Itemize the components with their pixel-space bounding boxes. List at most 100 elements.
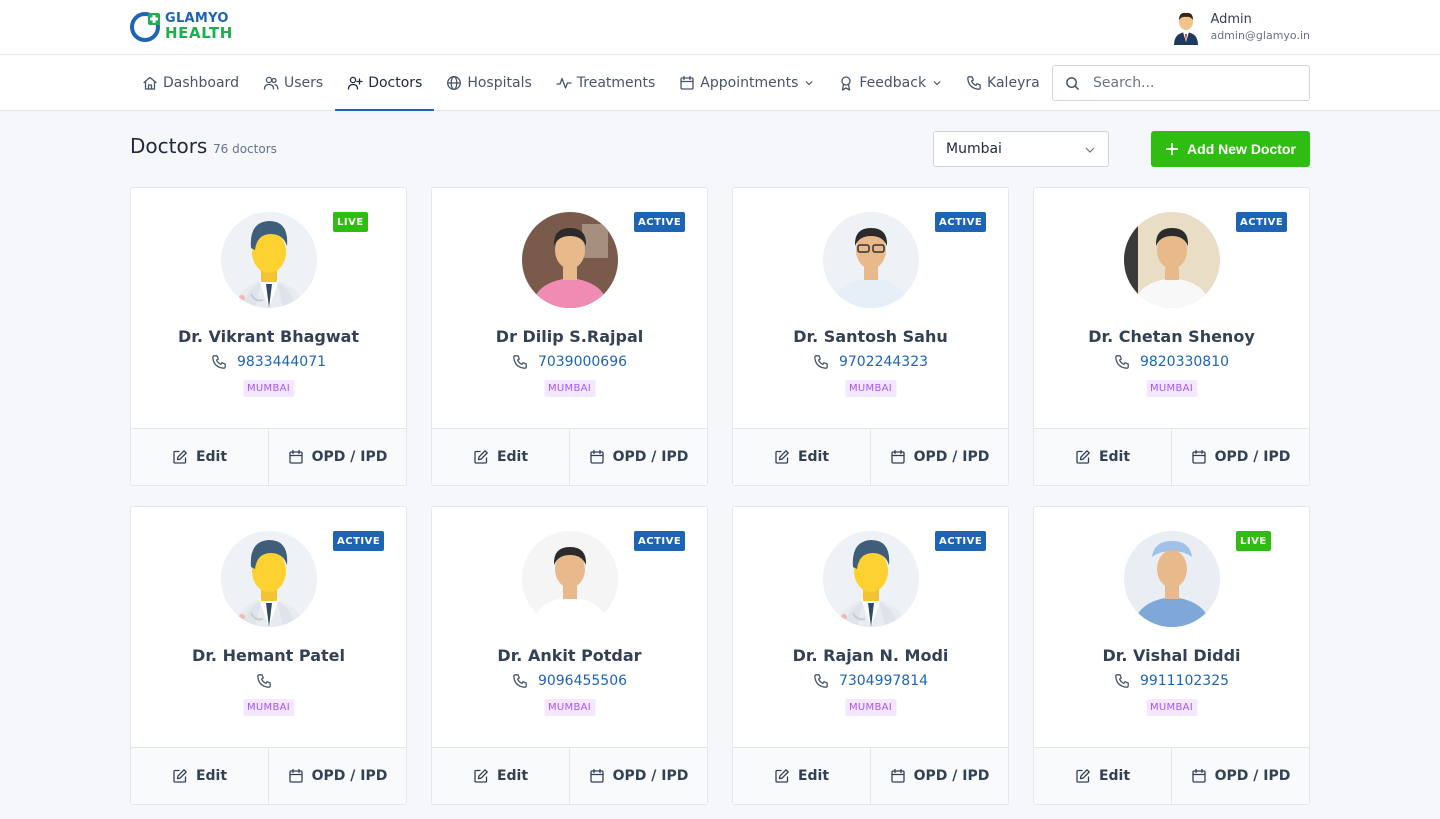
doctor-placeholder-avatar-icon	[221, 531, 317, 627]
nav-item-treatments[interactable]: Treatments	[544, 55, 668, 111]
doctor-phone: 9833444071	[131, 354, 406, 370]
city-tag: MUMBAI	[543, 699, 596, 716]
opd-ipd-label: OPD / IPD	[311, 449, 388, 465]
nav-item-label: Feedback	[859, 75, 927, 91]
edit-button[interactable]: Edit	[1034, 748, 1172, 804]
opd-ipd-button[interactable]: OPD / IPD	[269, 429, 406, 485]
doctor-avatar[interactable]	[522, 212, 618, 308]
brand-name: GLAMYO HEALTH	[165, 12, 233, 42]
search-icon	[1066, 77, 1080, 91]
phone-number-link[interactable]: 9820330810	[1140, 354, 1229, 370]
card-actions: Edit OPD / IPD	[432, 747, 707, 804]
city-filter-select[interactable]: Mumbai	[933, 131, 1109, 167]
doctor-photo-icon	[823, 212, 919, 308]
edit-icon	[173, 769, 187, 783]
award-icon	[841, 76, 852, 91]
opd-ipd-button[interactable]: OPD / IPD	[871, 429, 1008, 485]
brand-line2: HEALTH	[165, 24, 233, 42]
doctor-name[interactable]: Dr. Chetan Shenoy	[1034, 327, 1309, 346]
edit-button[interactable]: Edit	[1034, 429, 1172, 485]
doctor-name[interactable]: Dr. Vikrant Bhagwat	[131, 327, 406, 346]
doctor-card: ACTIVE Dr. Rajan N. Modi 7304997814 MUMB…	[732, 506, 1009, 805]
opd-ipd-label: OPD / IPD	[1214, 449, 1291, 465]
doctor-name[interactable]: Dr. Rajan N. Modi	[733, 646, 1008, 665]
edit-button[interactable]: Edit	[432, 429, 570, 485]
phone-number-link[interactable]: 9833444071	[237, 354, 326, 370]
edit-icon	[474, 450, 488, 464]
phone-number-link[interactable]: 9911102325	[1140, 673, 1229, 689]
card-actions: Edit OPD / IPD	[432, 428, 707, 485]
phone-number-link[interactable]: 7039000696	[538, 354, 627, 370]
opd-ipd-label: OPD / IPD	[612, 449, 689, 465]
city-tag: MUMBAI	[242, 699, 295, 716]
phone-number-link[interactable]: 7304997814	[839, 673, 928, 689]
edit-button[interactable]: Edit	[131, 748, 269, 804]
edit-button[interactable]: Edit	[131, 429, 269, 485]
doctor-card: LIVE Dr. Vikrant Bhagwat 9833444071 MUMB…	[130, 187, 407, 486]
doctor-avatar[interactable]	[221, 212, 317, 308]
status-badge: LIVE	[1236, 531, 1271, 551]
edit-button[interactable]: Edit	[432, 748, 570, 804]
edit-button[interactable]: Edit	[733, 429, 871, 485]
nav-item-label: Appointments	[700, 75, 799, 91]
opd-ipd-label: OPD / IPD	[311, 768, 388, 784]
opd-ipd-button[interactable]: OPD / IPD	[570, 429, 707, 485]
doctor-avatar[interactable]	[1124, 531, 1220, 627]
main-nav: Dashboard Users Doctors Hospitals Treatments…	[0, 55, 1440, 111]
brand-logo[interactable]: GLAMYO HEALTH	[130, 10, 233, 42]
opd-ipd-button[interactable]: OPD / IPD	[1172, 748, 1309, 804]
user-menu[interactable]: Admin admin@glamyo.in	[1170, 9, 1310, 45]
doctor-name[interactable]: Dr. Vishal Diddi	[1034, 646, 1309, 665]
doctor-avatar[interactable]	[823, 531, 919, 627]
edit-icon	[474, 769, 488, 783]
page-header: Doctors 76 doctors Mumbai Add New Doctor	[130, 131, 1310, 167]
doctor-avatar[interactable]	[221, 531, 317, 627]
nav-item-kaleyra[interactable]: Kaleyra	[954, 55, 1052, 111]
plus-icon	[1166, 143, 1179, 155]
doctor-phone: 9096455506	[432, 673, 707, 689]
globe-icon	[447, 76, 462, 90]
doctor-avatar[interactable]	[522, 531, 618, 627]
opd-ipd-button[interactable]: OPD / IPD	[871, 748, 1008, 804]
calendar-icon	[890, 768, 905, 783]
nav-item-dashboard[interactable]: Dashboard	[130, 55, 251, 111]
status-badge: ACTIVE	[634, 531, 686, 551]
nav-item-feedback[interactable]: Feedback	[826, 55, 954, 111]
edit-label: Edit	[1098, 768, 1131, 784]
phone-icon	[513, 674, 527, 688]
opd-ipd-button[interactable]: OPD / IPD	[269, 748, 406, 804]
doctor-phone	[131, 673, 406, 689]
city-tag: MUMBAI	[844, 699, 897, 716]
nav-item-users[interactable]: Users	[251, 55, 335, 111]
status-badge: ACTIVE	[634, 212, 686, 232]
doctor-phone: 9702244323	[733, 354, 1008, 370]
doctor-phone: 7039000696	[432, 354, 707, 370]
opd-ipd-button[interactable]: OPD / IPD	[1172, 429, 1309, 485]
doctor-name[interactable]: Dr. Hemant Patel	[131, 646, 406, 665]
nav-item-label: Treatments	[576, 75, 656, 91]
phone-icon	[1115, 674, 1129, 688]
chevron-down-icon	[1085, 147, 1095, 153]
doctor-name[interactable]: Dr. Ankit Potdar	[432, 646, 707, 665]
doctor-name[interactable]: Dr Dilip S.Rajpal	[432, 327, 707, 346]
edit-button[interactable]: Edit	[733, 748, 871, 804]
search-box[interactable]	[1052, 65, 1310, 101]
nav-item-doctors[interactable]: Doctors	[335, 55, 435, 111]
opd-ipd-button[interactable]: OPD / IPD	[570, 748, 707, 804]
doctor-card: ACTIVE Dr. Santosh Sahu 9702244323 MUMBA…	[732, 187, 1009, 486]
nav-item-hospitals[interactable]: Hospitals	[434, 55, 543, 111]
card-actions: Edit OPD / IPD	[1034, 747, 1309, 804]
calendar-icon	[288, 449, 303, 464]
edit-icon	[775, 769, 789, 783]
doctor-placeholder-avatar-icon	[823, 531, 919, 627]
phone-number-link[interactable]: 9702244323	[839, 354, 928, 370]
nav-item-appointments[interactable]: Appointments	[667, 55, 826, 111]
doctor-avatar[interactable]	[823, 212, 919, 308]
add-new-doctor-button[interactable]: Add New Doctor	[1151, 131, 1310, 167]
doctor-avatar[interactable]	[1124, 212, 1220, 308]
edit-icon	[173, 450, 187, 464]
status-badge: LIVE	[333, 212, 368, 232]
doctor-name[interactable]: Dr. Santosh Sahu	[733, 327, 1008, 346]
search-input[interactable]	[1053, 66, 1309, 100]
phone-number-link[interactable]: 9096455506	[538, 673, 627, 689]
